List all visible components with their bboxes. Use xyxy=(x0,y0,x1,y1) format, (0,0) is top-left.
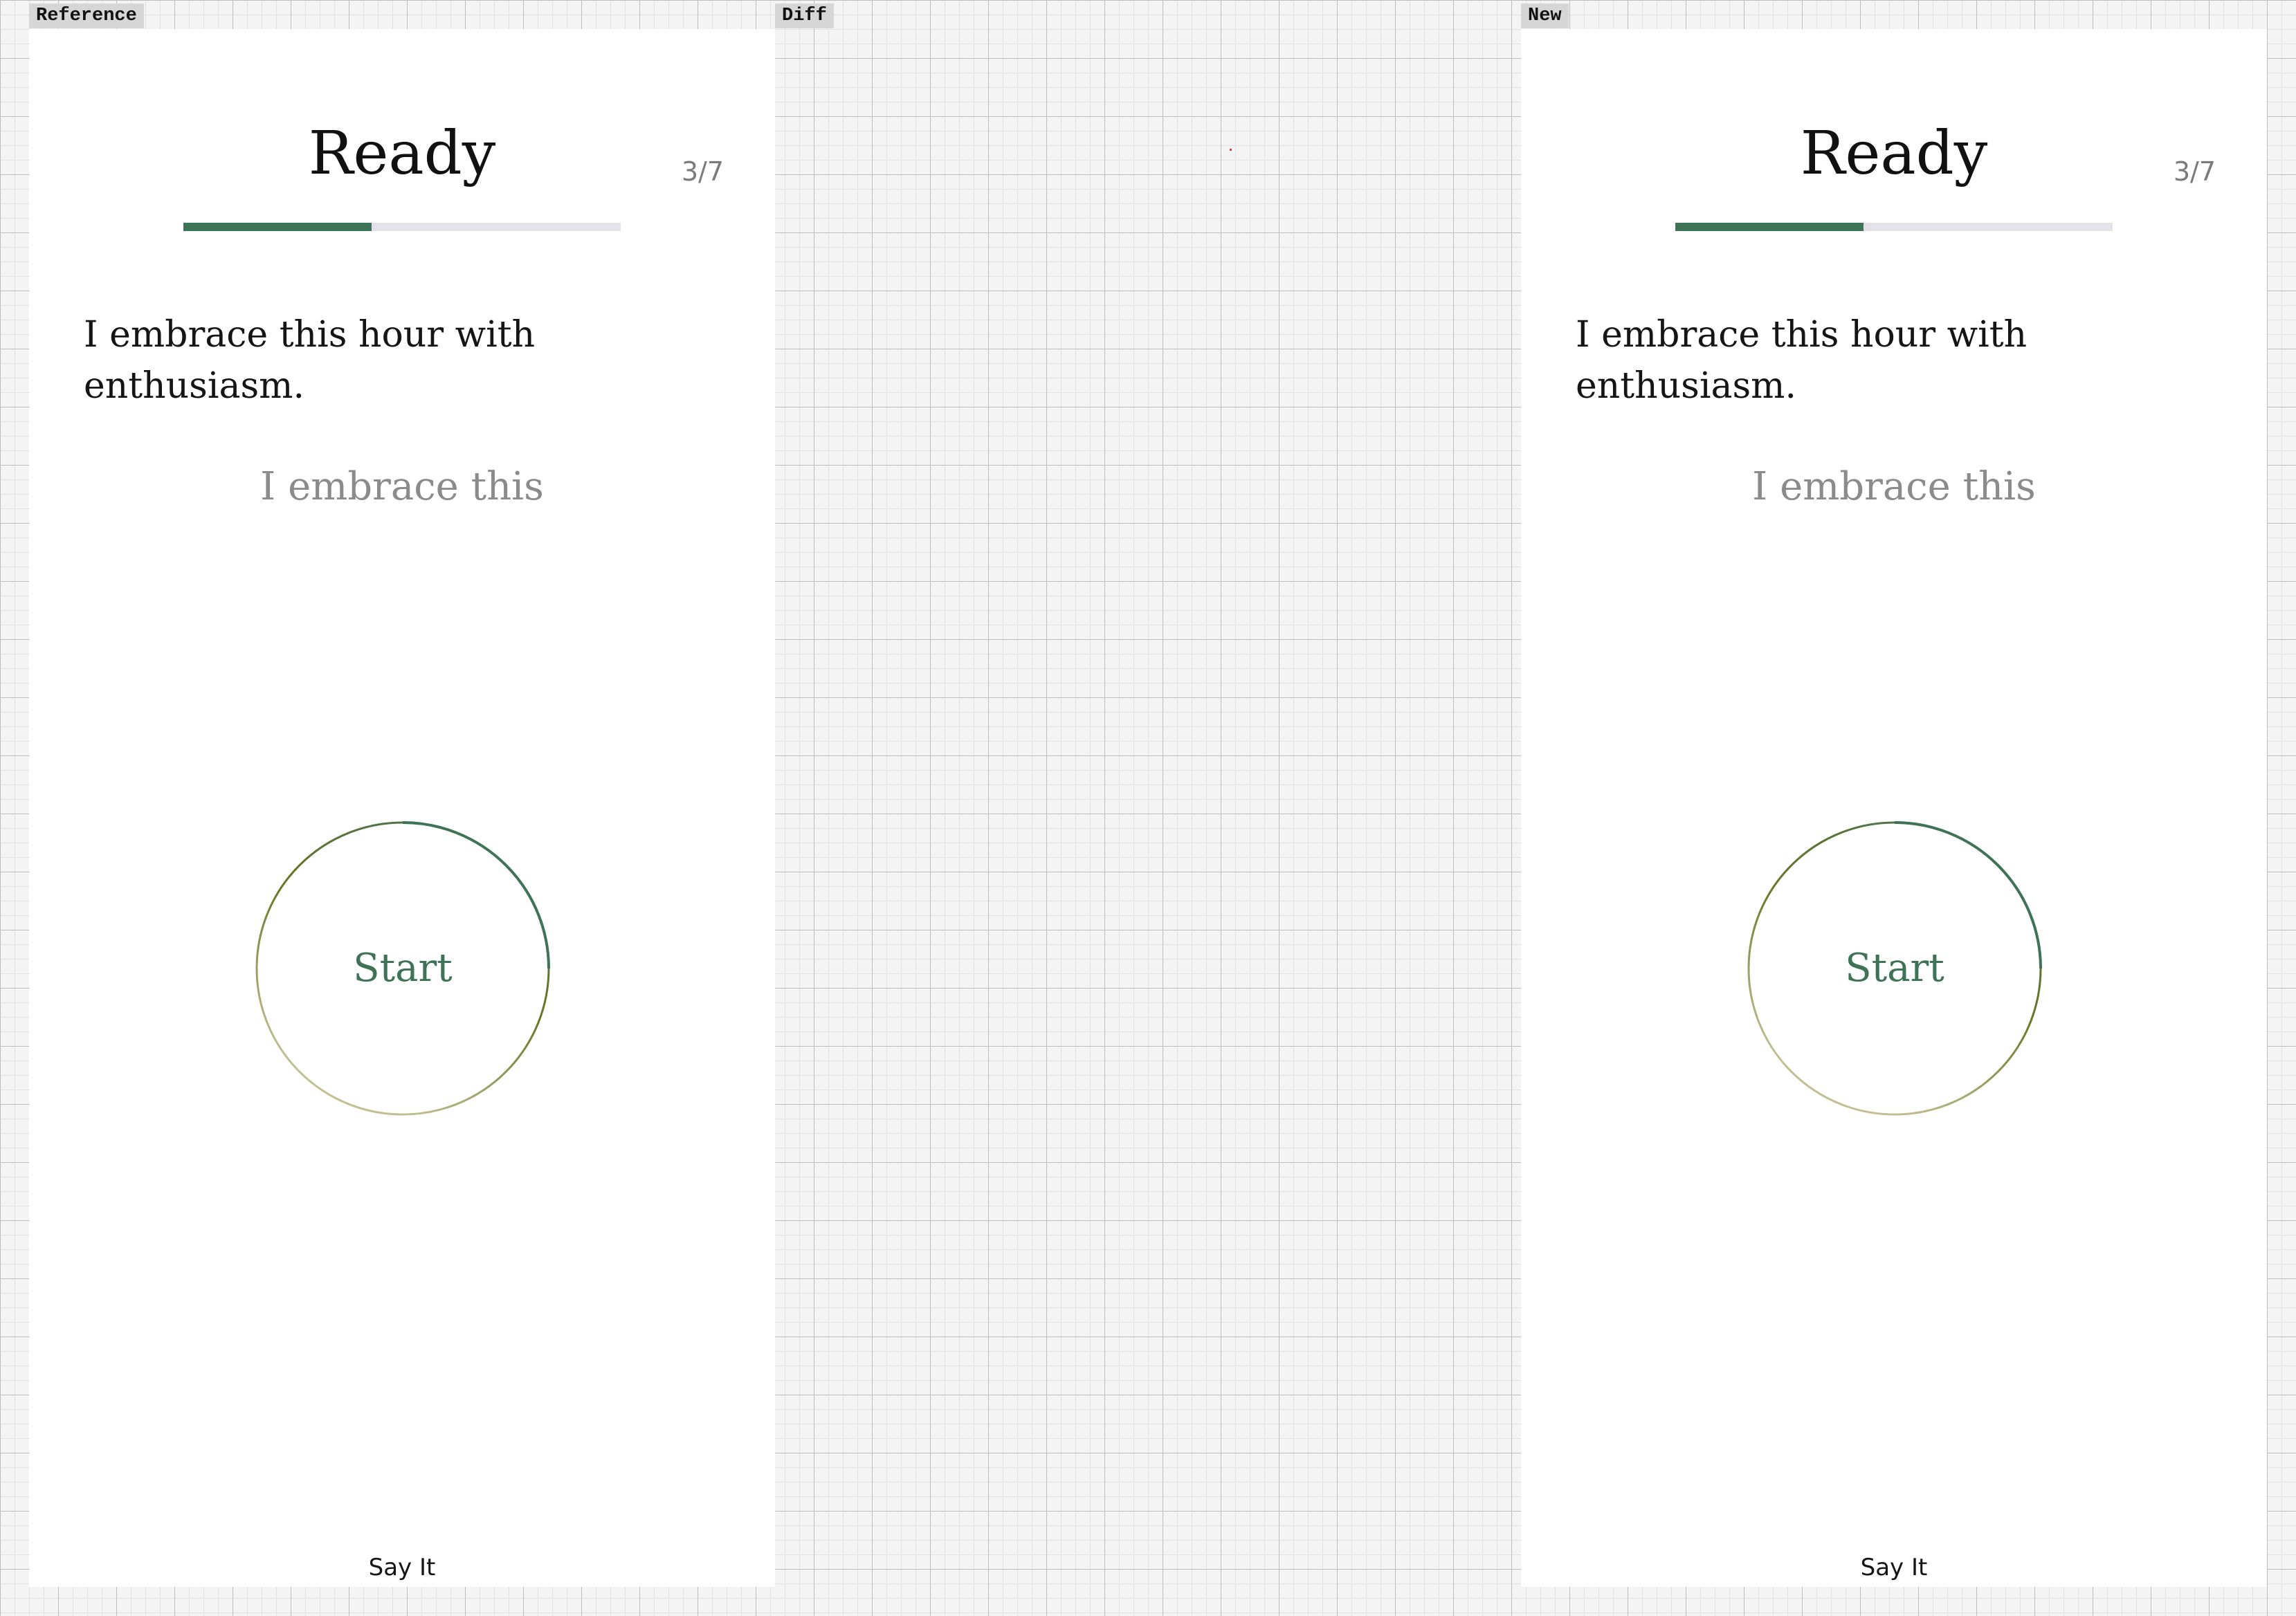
step-counter: 3/7 xyxy=(2173,156,2216,187)
progress-bar xyxy=(183,223,621,231)
affirmation-text: I embrace this hour with enthusiasm. xyxy=(84,314,536,407)
progress-fill xyxy=(1675,223,1864,231)
progress-bar xyxy=(1675,223,2113,231)
reference-tag: Reference xyxy=(29,3,144,28)
new-screen: Ready 3/7 I embrace this hour with enthu… xyxy=(1521,29,2267,1587)
spoken-text: I embrace this xyxy=(260,464,544,509)
start-button[interactable]: Start xyxy=(254,820,552,1117)
start-button[interactable]: Start xyxy=(1746,820,2043,1117)
page-title: Ready xyxy=(1800,119,1988,188)
page-title: Ready xyxy=(308,119,496,188)
affirmation-text: I embrace this hour with enthusiasm. xyxy=(1576,314,2028,407)
new-tag: New xyxy=(1521,3,1569,28)
start-label: Start xyxy=(353,946,453,991)
diff-tag: Diff xyxy=(775,3,834,28)
diff-marker xyxy=(1230,149,1232,151)
start-label: Start xyxy=(1845,946,1944,991)
spoken-text: I embrace this xyxy=(1752,464,2036,509)
step-counter: 3/7 xyxy=(681,156,724,187)
say-it-label[interactable]: Say It xyxy=(1521,1552,2267,1583)
reference-screen: Ready 3/7 I embrace this hour with enthu… xyxy=(29,29,775,1587)
progress-fill xyxy=(183,223,372,231)
say-it-label[interactable]: Say It xyxy=(29,1552,775,1583)
